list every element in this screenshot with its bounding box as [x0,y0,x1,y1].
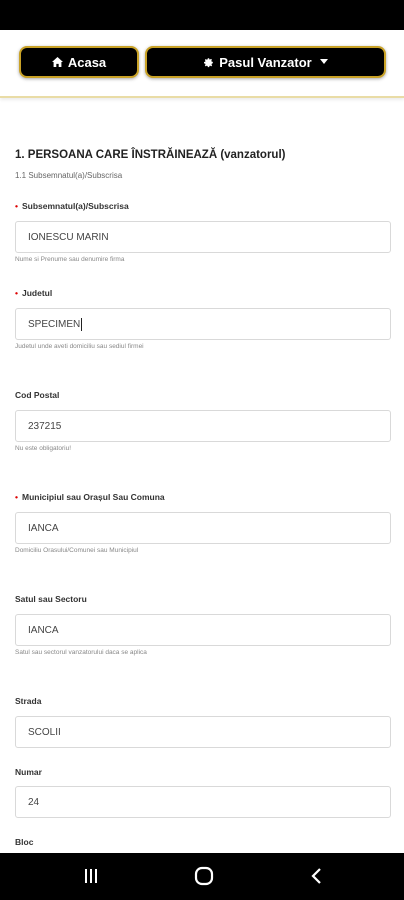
municipiul-input[interactable]: IANCA [15,512,391,544]
step-dropdown-label: Pasul Vanzator [219,54,312,70]
required-marker: • [15,201,18,211]
home-system-button[interactable] [191,863,217,889]
caret-down-icon [319,58,328,64]
cod-postal-input[interactable]: 237215 [15,410,391,442]
text-cursor [81,317,83,331]
field-label-municipiul: • Municipiul sau Orașul Sau Comuna [15,492,165,502]
home-circle-icon [194,866,214,886]
system-navigation-bar [0,853,404,900]
home-icon [51,57,63,67]
app-content: Acasa Pasul Vanzator 1. PERSOANA CARE ÎN… [0,30,404,853]
home-button-label: Acasa [67,54,107,70]
satul-input[interactable]: IANCA [15,614,391,646]
gear-icon [204,57,214,67]
back-button[interactable] [306,863,328,889]
strada-input[interactable]: SCOLII [15,716,391,748]
field-label-satul: Satul sau Sectoru [15,594,87,604]
judetul-input[interactable]: SPECIMEN [15,308,391,340]
section-title: 1. PERSOANA CARE ÎNSTRĂINEAZĂ (vanzatoru… [15,149,286,161]
recent-apps-button[interactable] [80,863,102,889]
back-icon [311,868,321,884]
field-help-subsemnatul: Nume si Prenume sau denumire firma [15,256,125,263]
recent-apps-icon [85,869,97,883]
field-label-subsemnatul: • Subsemnatul(a)/Subscrisa [15,201,129,211]
field-label-numar: Numar [15,767,42,777]
field-help-cod-postal: Nu este obligatoriu! [15,445,72,452]
field-help-satul: Satul sau sectorul vanzatorului daca se … [15,649,147,656]
field-label-strada: Strada [15,696,42,706]
top-navigation: Acasa Pasul Vanzator [0,30,404,98]
home-button[interactable]: Acasa [19,46,139,78]
status-bar [0,0,404,30]
section-subtitle: 1.1 Subsemnatul(a)/Subscrisa [15,171,123,180]
field-label-cod-postal: Cod Postal [15,390,60,400]
subsemnatul-input[interactable]: IONESCU MARIN [15,221,391,253]
step-dropdown-button[interactable]: Pasul Vanzator [145,46,386,78]
numar-input[interactable]: 24 [15,786,391,818]
required-marker: • [15,288,18,298]
field-label-bloc: Bloc [15,837,34,847]
required-marker: • [15,492,18,502]
field-help-municipiul: Domiciliu Orasului/Comunei sau Municipiu… [15,547,139,554]
field-help-judetul: Judetul unde aveti domiciliu sau sediul … [15,343,144,350]
field-label-judetul: • Judetul [15,288,53,298]
